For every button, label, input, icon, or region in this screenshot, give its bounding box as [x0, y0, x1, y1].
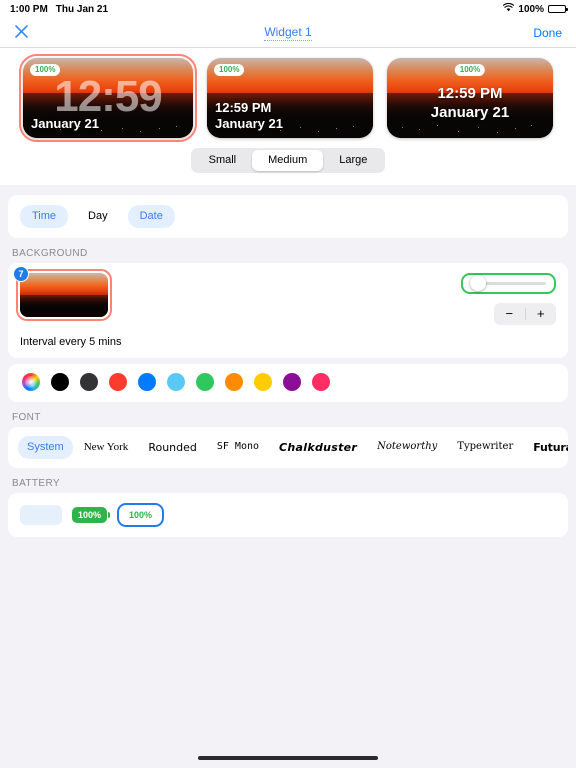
preview-battery-badge: 100%	[30, 64, 61, 77]
swatch-blue[interactable]	[138, 372, 156, 391]
size-segmented-control[interactable]: Small Medium Large	[190, 148, 386, 174]
preview-time-large: 12:59	[54, 72, 163, 121]
battery-section-header: BATTERY	[12, 478, 60, 490]
font-option-typewriter[interactable]: Typewriter	[448, 436, 522, 458]
display-chips: Time Day Date	[8, 195, 568, 237]
preview-time: 12:59 PM	[215, 99, 272, 115]
font-option-chalkduster[interactable]: Chalkduster	[270, 436, 366, 459]
swatch-red[interactable]	[109, 372, 127, 391]
slider-knob[interactable]	[470, 275, 486, 292]
segment-medium[interactable]: Medium	[252, 150, 324, 172]
preview-text-block: January 21	[31, 116, 99, 132]
done-button[interactable]: Done	[533, 26, 562, 40]
preview-time: 12:59 PM	[437, 84, 503, 102]
preview-text-block: 12:59 PM January 21	[215, 100, 283, 133]
preview-battery-badge: 100%	[214, 64, 245, 77]
font-option-rounded[interactable]: Rounded	[139, 436, 206, 459]
battery-icon	[548, 5, 568, 13]
status-bar-right: 100%	[503, 2, 568, 15]
font-option-noteworthy[interactable]: Noteworthy	[368, 436, 446, 458]
segment-large[interactable]: Large	[323, 150, 383, 171]
battery-card: 100% 100%	[8, 493, 568, 538]
swatch-black[interactable]	[51, 372, 69, 391]
navigation-bar: Widget 1 Done	[0, 18, 576, 48]
battery-option-white-label: 100%	[121, 507, 161, 524]
font-option-sf-mono[interactable]: SF Mono	[208, 436, 268, 458]
slider-track[interactable]	[470, 275, 546, 292]
stepper-plus-button[interactable]: +	[526, 307, 557, 320]
color-swatches	[8, 364, 568, 402]
swatch-dark-gray[interactable]	[80, 372, 98, 391]
swatch-yellow[interactable]	[254, 372, 272, 391]
font-section-header: FONT	[12, 411, 41, 423]
battery-option-white-badge[interactable]: 100%	[117, 503, 165, 528]
display-options-card: Time Day Date	[8, 195, 568, 238]
close-icon[interactable]	[14, 24, 36, 42]
font-card: System New York Rounded SF Mono Chalkdus…	[8, 426, 568, 469]
battery-options: 100% 100%	[8, 493, 568, 537]
chip-time[interactable]: Time	[20, 205, 69, 228]
preview-date: January 21	[31, 115, 99, 131]
swatch-light-blue[interactable]	[167, 372, 185, 391]
preview-text-block: 12:59 PM January 21	[387, 85, 553, 123]
status-time: 1:00 PM	[10, 3, 48, 15]
background-card: 7 − + Interval every 5 mins	[8, 262, 568, 358]
font-option-futura[interactable]: Futura	[524, 436, 568, 459]
swatch-orange[interactable]	[225, 372, 243, 391]
background-thumbnail[interactable]	[20, 272, 108, 317]
swatch-color-wheel[interactable]	[22, 372, 40, 391]
swatch-green[interactable]	[196, 372, 214, 391]
status-bar: 1:00 PM Thu Jan 21 100%	[0, 0, 576, 18]
chip-date[interactable]: Date	[127, 205, 175, 228]
preview-battery-badge: 100%	[454, 64, 486, 77]
size-segmented-wrapper: Small Medium Large	[0, 144, 576, 186]
slider-block: − +	[461, 272, 557, 325]
interval-label: Interval every 5 mins	[20, 335, 122, 348]
color-card	[8, 363, 568, 402]
font-option-new-york[interactable]: New York	[75, 436, 138, 459]
interval-stepper[interactable]: − +	[494, 302, 557, 325]
widget-preview-medium[interactable]: 100% 12:59 PM January 21	[207, 58, 373, 138]
battery-option-none[interactable]	[20, 505, 62, 526]
status-battery-percent: 100%	[518, 3, 544, 15]
wifi-icon	[503, 2, 515, 15]
font-options: System New York Rounded SF Mono Chalkdus…	[8, 427, 568, 468]
screen: 1:00 PM Thu Jan 21 100% Widget 1 Done 12…	[0, 0, 576, 768]
background-thumbnail-wrapper[interactable]: 7	[13, 265, 112, 321]
preview-date: January 21	[430, 103, 510, 121]
stepper-minus-button[interactable]: −	[494, 307, 525, 320]
status-bar-left: 1:00 PM Thu Jan 21	[10, 4, 108, 15]
segment-small[interactable]: Small	[193, 150, 253, 171]
status-date: Thu Jan 21	[55, 3, 109, 15]
home-indicator	[198, 756, 378, 760]
interval-slider[interactable]	[461, 272, 556, 294]
widget-preview-small[interactable]: 12:59 100% January 21	[19, 54, 197, 142]
chip-day[interactable]: Day	[76, 205, 120, 227]
battery-option-green-badge[interactable]: 100%	[72, 507, 108, 524]
swatch-purple[interactable]	[283, 372, 301, 391]
background-section-header: BACKGROUND	[12, 247, 88, 259]
font-option-system[interactable]: System	[18, 435, 73, 460]
thumbnail-count-badge: 7	[13, 265, 29, 282]
swatch-pink[interactable]	[312, 372, 330, 391]
preview-date: January 21	[215, 115, 283, 131]
widget-previews: 12:59 100% January 21 100% 12:59 PM Janu…	[0, 48, 576, 144]
widget-preview-large[interactable]: 100% 12:59 PM January 21	[387, 58, 553, 138]
page-title: Widget 1	[264, 24, 312, 41]
